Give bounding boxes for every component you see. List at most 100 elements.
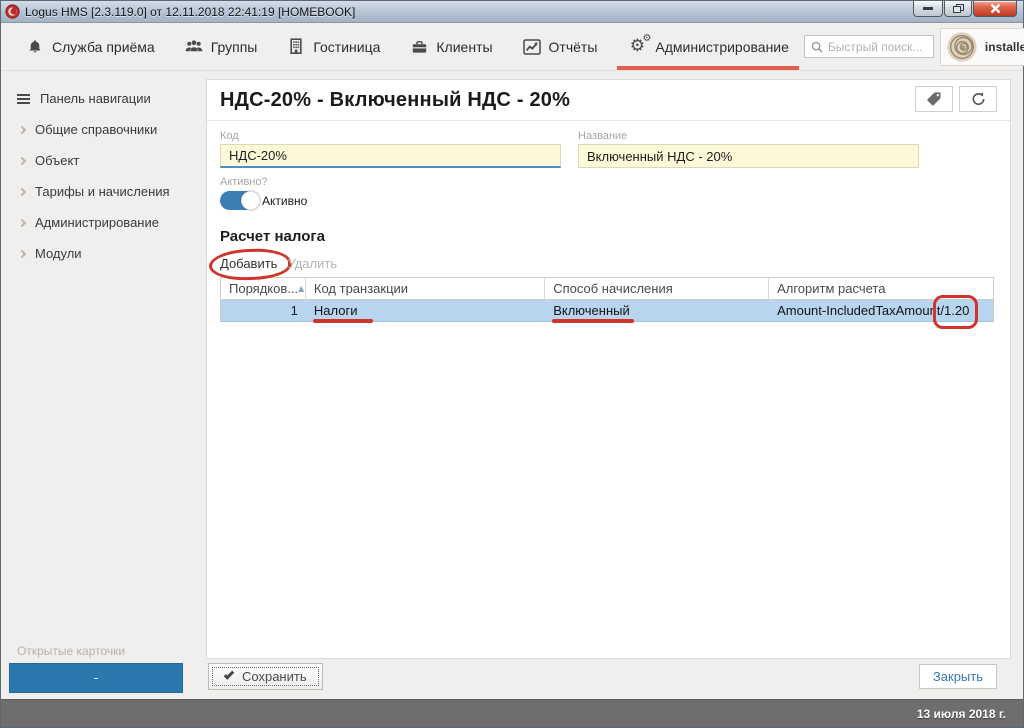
close-button[interactable]	[973, 1, 1017, 17]
chevron-right-icon	[18, 249, 26, 257]
chevron-right-icon	[18, 187, 26, 195]
restore-button[interactable]	[944, 1, 972, 17]
tag-icon	[926, 91, 942, 107]
header-buttons	[915, 86, 997, 112]
application-window: Logus HMS [2.3.119.0] от 12.11.2018 22:4…	[0, 0, 1024, 728]
annotation-underline	[313, 319, 373, 323]
app-logo-icon	[5, 4, 20, 19]
active-label: Активно?	[220, 176, 997, 188]
tag-button[interactable]	[915, 86, 953, 112]
window-title: Logus HMS [2.3.119.0] от 12.11.2018 22:4…	[25, 5, 355, 19]
save-button[interactable]: Сохранить	[208, 663, 323, 690]
hotel-icon	[287, 38, 305, 55]
sidebar-item-navigation-panel[interactable]: Панель навигации	[1, 83, 191, 114]
sidebar-item-common-directories[interactable]: Общие справочники	[1, 114, 191, 145]
status-bar: 13 июля 2018 г.	[1, 699, 1023, 727]
nav-item-reception[interactable]: Служба приёма	[11, 23, 170, 70]
sidebar-item-tariffs[interactable]: Тарифы и начисления	[1, 176, 191, 207]
sidebar-item-administration[interactable]: Администрирование	[1, 207, 191, 238]
nav-item-groups[interactable]: Группы	[170, 23, 273, 70]
history-button[interactable]	[959, 86, 997, 112]
column-header-transaction-code[interactable]: Код транзакции	[306, 278, 545, 299]
user-menu[interactable]: installer	[940, 28, 1024, 66]
nav-label: Группы	[211, 39, 258, 55]
minimize-icon	[923, 6, 933, 11]
sidebar-item-label: Модули	[35, 246, 82, 261]
footer-bar: Сохранить Закрыть	[191, 659, 1023, 699]
avatar	[946, 31, 978, 63]
table-toolbar: Добавить Удалить	[220, 256, 997, 271]
nav-label: Служба приёма	[52, 39, 155, 55]
page-title: НДС-20% - Включенный НДС - 20%	[220, 86, 570, 112]
table-header-row: Порядков... ▲ Код транзакции Способ начи…	[221, 278, 993, 300]
check-icon	[224, 669, 235, 680]
history-icon	[970, 91, 987, 107]
nav-item-reports[interactable]: Отчёты	[508, 23, 613, 70]
sidebar-item-label: Панель навигации	[40, 91, 151, 106]
main-area: НДС-20% - Включенный НДС - 20%	[191, 71, 1023, 699]
sidebar-item-label: Администрирование	[35, 215, 159, 230]
cell-method: Включенный	[545, 300, 769, 321]
add-button[interactable]: Добавить	[220, 256, 277, 271]
cell-order: 1	[221, 300, 306, 321]
search-input[interactable]	[828, 40, 928, 54]
chevron-right-icon	[18, 218, 26, 226]
column-header-algorithm[interactable]: Алгоритм расчета	[769, 278, 993, 299]
tax-calculation-table: Порядков... ▲ Код транзакции Способ начи…	[220, 277, 994, 322]
name-input[interactable]	[578, 144, 919, 168]
column-header-method[interactable]: Способ начисления	[545, 278, 769, 299]
delete-button[interactable]: Удалить	[287, 256, 337, 271]
column-header-order[interactable]: Порядков... ▲	[221, 278, 306, 299]
sidebar-item-modules[interactable]: Модули	[1, 238, 191, 269]
open-card-button[interactable]: -	[9, 663, 183, 693]
code-label: Код	[220, 130, 561, 142]
cell-transaction-code: Налоги	[306, 300, 545, 321]
nav-menu: Служба приёма Группы Гостиница Клиенты	[11, 23, 804, 70]
chevron-right-icon	[18, 125, 26, 133]
window-controls	[912, 1, 1017, 17]
status-date: 13 июля 2018 г.	[917, 707, 1006, 721]
annotation-underline	[552, 319, 634, 323]
nav-label: Администрирование	[655, 39, 789, 55]
body: Панель навигации Общие справочники Объек…	[1, 71, 1023, 699]
table-row-selected[interactable]: 1 Налоги Включенный Amount-IncludedTaxAm…	[221, 300, 993, 322]
open-cards-section: Открытые карточки -	[1, 644, 191, 699]
content-area: НДС-20% - Включенный НДС - 20%	[191, 71, 1023, 659]
code-field-group: Код	[220, 130, 561, 168]
search-icon	[810, 40, 824, 54]
sidebar-item-label: Общие справочники	[35, 122, 157, 137]
nav-item-hotel[interactable]: Гостиница	[272, 23, 395, 70]
nav-label: Клиенты	[436, 39, 492, 55]
sidebar-item-object[interactable]: Объект	[1, 145, 191, 176]
nav-label: Отчёты	[549, 39, 598, 55]
name-field-group: Название	[578, 130, 919, 168]
name-label: Название	[578, 130, 919, 142]
panel-header: НДС-20% - Включенный НДС - 20%	[220, 86, 997, 112]
open-cards-label: Открытые карточки	[17, 644, 183, 658]
cell-algorithm: Amount-IncludedTaxAmount/1.20	[769, 300, 993, 321]
form-row: Код Название	[220, 130, 997, 168]
gears-icon: ⚙⚙	[627, 38, 647, 55]
nav-item-clients[interactable]: Клиенты	[395, 23, 507, 70]
active-toggle[interactable]	[220, 191, 260, 210]
active-block: Активно? Активно	[220, 176, 997, 210]
toggle-knob	[241, 191, 260, 210]
title-bar: Logus HMS [2.3.119.0] от 12.11.2018 22:4…	[1, 1, 1023, 23]
sort-asc-icon: ▲	[298, 284, 304, 293]
restore-icon	[953, 4, 964, 14]
menu-icon	[17, 94, 30, 96]
active-state-text: Активно	[262, 194, 307, 208]
sidebar-item-label: Объект	[35, 153, 79, 168]
close-icon	[990, 3, 1001, 14]
sidebar: Панель навигации Общие справочники Объек…	[1, 71, 191, 699]
group-icon	[185, 39, 203, 54]
close-card-button[interactable]: Закрыть	[919, 664, 997, 689]
section-title: Расчет налога	[220, 228, 997, 245]
code-input[interactable]	[220, 144, 561, 168]
minimize-button[interactable]	[913, 1, 943, 17]
sidebar-item-label: Тарифы и начисления	[35, 184, 170, 199]
nav-item-administration[interactable]: ⚙⚙ Администрирование	[612, 23, 804, 70]
top-navigation: Служба приёма Группы Гостиница Клиенты	[1, 23, 1023, 71]
briefcase-icon	[410, 39, 428, 55]
quick-search	[804, 35, 934, 58]
